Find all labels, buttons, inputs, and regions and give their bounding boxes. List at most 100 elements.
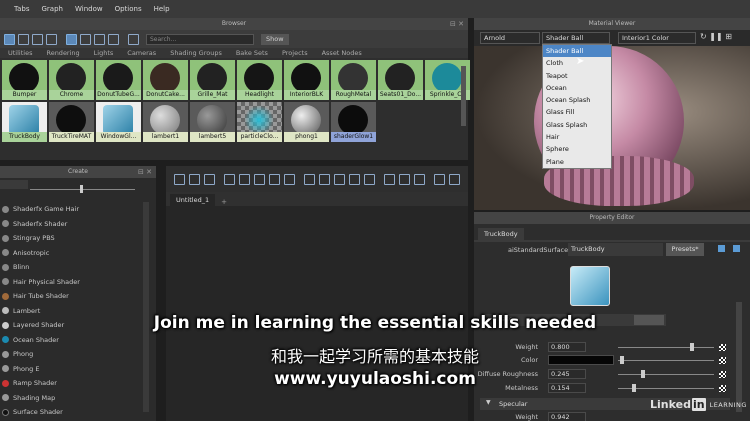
layout-icon[interactable] [204,173,215,185]
presets-button[interactable]: Presets* [666,243,704,256]
option-ocean-splash[interactable]: Ocean Splash [543,94,611,106]
layout-graph-icon[interactable] [414,173,425,185]
refresh-icon[interactable] [94,33,105,45]
swatch[interactable]: particleClo... [237,102,282,142]
swatch[interactable]: Grille_Mat [190,60,235,100]
option-ocean[interactable]: Ocean [543,82,611,94]
swatch[interactable]: WindowGl... [96,102,141,142]
pin-icon[interactable] [399,173,410,185]
option-plane[interactable]: Plane [543,156,611,168]
search-icon[interactable] [384,173,395,185]
viewer-controls-icon[interactable]: ↻ ❚❚ ⊞ [700,32,732,41]
panel-controls-icon[interactable]: ⊟ ✕ [138,166,152,178]
grid-icon[interactable] [18,33,29,45]
detail-icon[interactable] [46,33,57,45]
list-item[interactable]: Shaderfx Game Hair [0,202,156,217]
renderer-select[interactable]: Arnold [480,32,540,44]
focus-icon[interactable] [718,245,725,252]
tab-shading-groups[interactable]: Shading Groups [170,49,222,57]
sort-icon[interactable] [66,33,77,45]
select-icon[interactable] [128,33,139,45]
tab-rendering[interactable]: Rendering [46,49,79,57]
tab-projects[interactable]: Projects [282,49,308,57]
linkedin-learning-watermark: Linked in LEARNING [650,398,747,411]
browser-title: Browser ⊟ ✕ [0,18,468,30]
tab-cameras[interactable]: Cameras [127,49,156,57]
swatch[interactable]: Seats01_Do... [378,60,423,100]
add-tab-button[interactable]: + [215,198,233,206]
remove-icon[interactable] [284,173,295,185]
option-glass-fill[interactable]: Glass Fill [543,106,611,118]
frame-all-icon[interactable] [189,173,200,185]
panel-controls-icon[interactable]: ⊟ ✕ [450,18,464,30]
grid-toggle-icon[interactable] [434,173,445,185]
swatch[interactable]: phong1 [284,102,329,142]
option-glass-splash[interactable]: Glass Splash [543,119,611,131]
filter-icon[interactable] [108,33,119,45]
tab-asset-nodes[interactable]: Asset Nodes [322,49,362,57]
output-icon[interactable] [254,173,265,185]
menu-help[interactable]: Help [154,5,170,13]
connected-icon[interactable] [334,173,345,185]
tab-truckbody[interactable]: TruckBody [478,228,524,240]
swatch-grid-row2: TruckBody TruckTireMAT WindowGl... lambe… [0,102,468,142]
swatch[interactable]: DonutTubeG... [96,60,141,100]
list-item[interactable]: Shading Map [0,391,156,406]
swatch[interactable]: TruckTireMAT [49,102,94,142]
create-slider[interactable] [0,178,156,202]
create-title: Create ⊟ ✕ [0,166,156,178]
specular-weight-field[interactable]: 0.942 [548,412,586,421]
custom-icon[interactable] [364,173,375,185]
show-button[interactable]: Show [261,33,289,45]
light-select[interactable]: Interior1 Color [618,32,696,44]
browser-scrollbar[interactable] [461,66,466,126]
option-teapot[interactable]: Teapot [543,70,611,82]
view-icon[interactable] [4,33,15,45]
copy-tab-icon[interactable] [733,245,740,252]
frame-icon[interactable] [174,173,185,185]
list-item[interactable]: Anisotropic [0,246,156,261]
option-sphere[interactable]: Sphere [543,143,611,155]
list-item[interactable]: Hair Physical Shader [0,275,156,290]
shape-select[interactable]: Shader Ball [542,32,610,44]
swatch-mode-icon[interactable] [304,173,315,185]
list-item[interactable]: Stingray PBS [0,231,156,246]
swatch[interactable]: DonutCake... [143,60,188,100]
menu-options[interactable]: Options [115,5,142,13]
search-input[interactable]: Search... [146,33,254,45]
swatch[interactable]: TruckBody [2,102,47,142]
snap-icon[interactable] [449,173,460,185]
browser-panel: Browser ⊟ ✕ Search... Show Utilities Rend… [0,18,470,160]
menu-graph[interactable]: Graph [42,5,63,13]
swatch[interactable]: Headlight [237,60,282,100]
tab-untitled[interactable]: Untitled_1 [170,194,216,206]
swatch[interactable]: shaderGlow1 [331,102,376,142]
swatch[interactable]: InteriorBLK [284,60,329,100]
sort-desc-icon[interactable] [80,33,91,45]
swatch[interactable]: lambert5 [190,102,235,142]
io-icon[interactable] [239,173,250,185]
option-hair[interactable]: Hair [543,131,611,143]
tab-utilities[interactable]: Utilities [8,49,32,57]
menu-window[interactable]: Window [75,5,103,13]
menu-bar: Tabs Graph Window Options Help [0,0,750,18]
menu-tabs[interactable]: Tabs [14,5,30,13]
swatch[interactable]: Chrome [49,60,94,100]
simple-icon[interactable] [319,173,330,185]
list-item[interactable]: Blinn [0,260,156,275]
node-name-field[interactable]: TruckBody [568,243,663,256]
subtitle-url: www.yuyulaoshi.com [274,369,476,389]
list-item[interactable]: Shaderfx Shader [0,217,156,232]
input-icon[interactable] [224,173,235,185]
swatch[interactable]: RoughMetal [331,60,376,100]
list-icon[interactable] [32,33,43,45]
subtitle-english: Join me in learning the essential skills… [153,313,597,333]
list-item[interactable]: Surface Shader [0,405,156,420]
tab-bake-sets[interactable]: Bake Sets [236,49,268,57]
list-item[interactable]: Hair Tube Shader [0,289,156,304]
full-icon[interactable] [349,173,360,185]
swatch[interactable]: lambert1 [143,102,188,142]
swatch[interactable]: Bumper [2,60,47,100]
clear-icon[interactable] [269,173,280,185]
tab-lights[interactable]: Lights [94,49,114,57]
